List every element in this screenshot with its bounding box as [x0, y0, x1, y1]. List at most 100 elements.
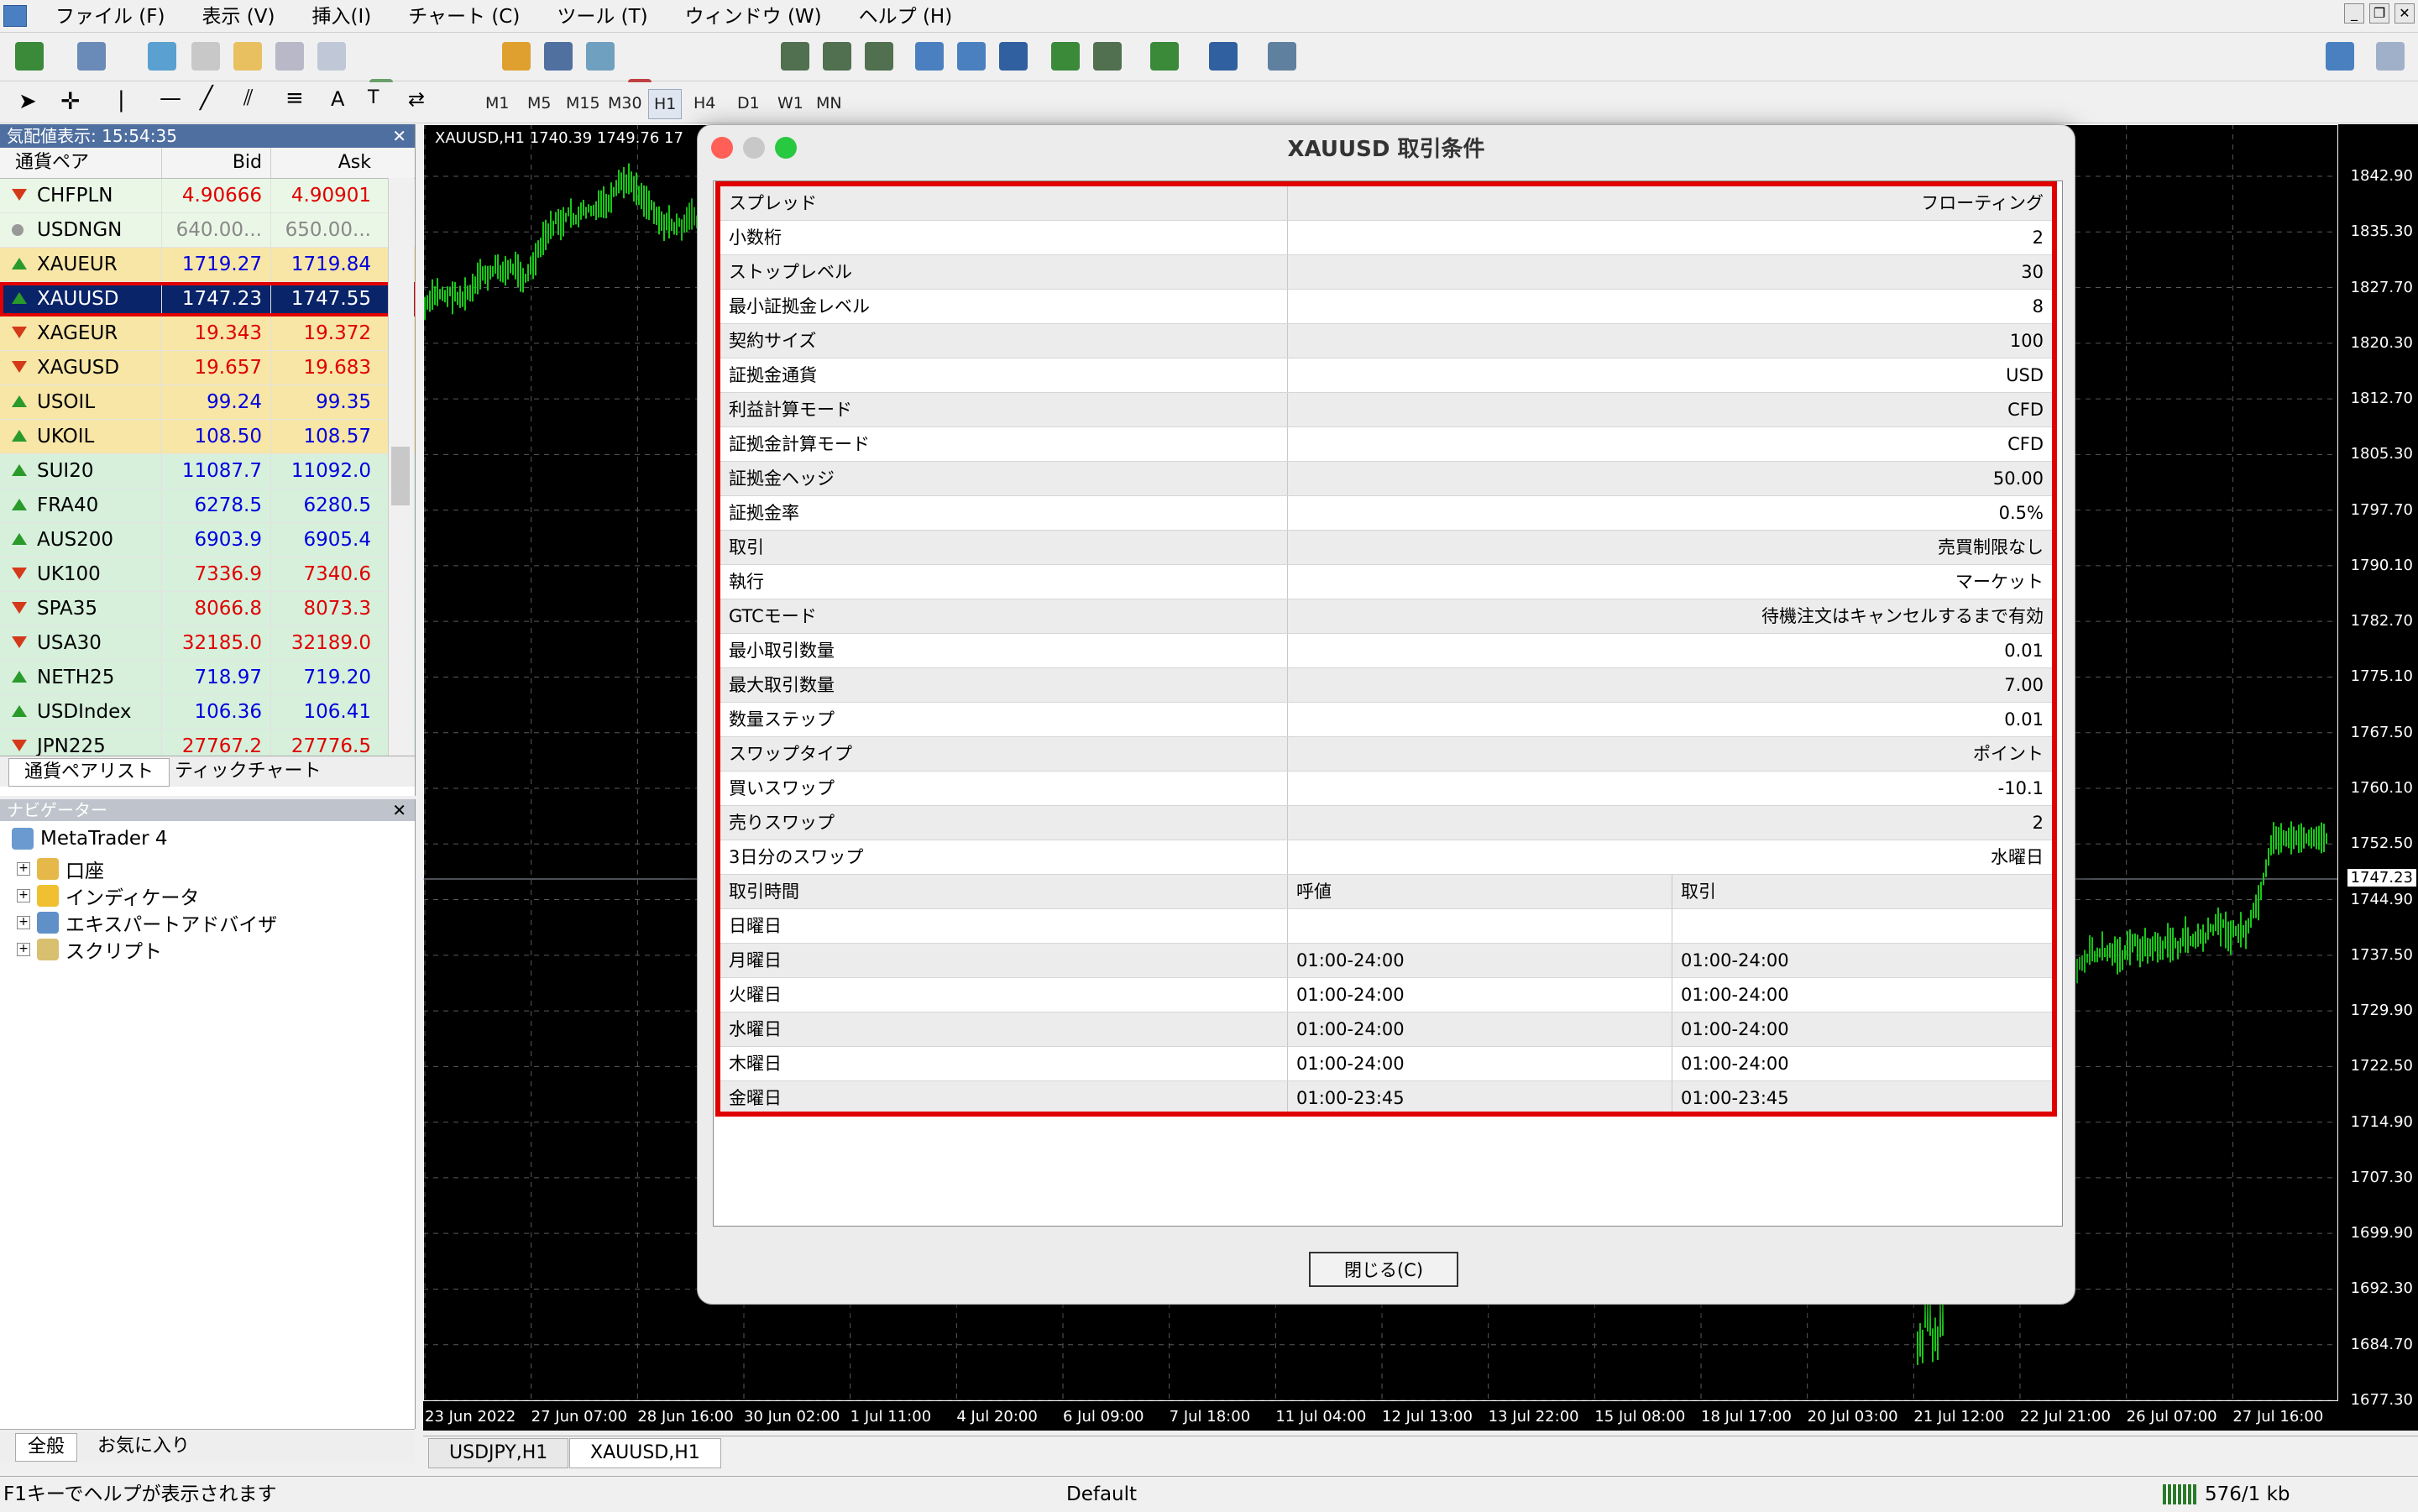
market-watch-scrollbar[interactable]: [388, 178, 414, 756]
market-watch-row[interactable]: FRA40 6278.5 6280.5: [0, 489, 415, 523]
tab-usdjpy-h1[interactable]: USDJPY,H1: [428, 1438, 569, 1468]
data-window-icon[interactable]: [191, 42, 220, 71]
equidistant-channel-icon[interactable]: ⫽: [243, 86, 254, 112]
cursor-icon[interactable]: ➤: [18, 89, 37, 114]
market-watch-row[interactable]: CHFPLN 4.90666 4.90901: [0, 179, 415, 213]
market-watch-icon[interactable]: [148, 42, 176, 71]
fibonacci-icon[interactable]: ≡: [285, 86, 304, 111]
market-icon[interactable]: [586, 42, 615, 71]
expand-icon[interactable]: +: [17, 943, 30, 956]
tf-m30[interactable]: M30: [603, 89, 647, 118]
nav-indicators[interactable]: + インディケータ: [17, 882, 199, 910]
periods-icon[interactable]: [1209, 42, 1238, 71]
market-watch-row[interactable]: USOIL 99.24 99.35: [0, 385, 415, 420]
spec-value: 0.01: [2004, 709, 2044, 730]
minimize-icon[interactable]: _: [2344, 3, 2364, 24]
profiles-icon[interactable]: [77, 42, 106, 71]
market-watch-row[interactable]: UK100 7336.9 7340.6: [0, 557, 415, 592]
expand-icon[interactable]: +: [17, 862, 30, 876]
close-button[interactable]: 閉じる(C): [1309, 1252, 1458, 1287]
col-symbol[interactable]: 通貨ペア: [0, 148, 161, 178]
tab-favorites[interactable]: お気に入り: [86, 1433, 202, 1460]
tf-h4[interactable]: H4: [688, 89, 720, 118]
tf-h1[interactable]: H1: [648, 89, 683, 119]
tester-icon[interactable]: [317, 42, 346, 71]
spec-key: 証拠金率: [720, 496, 1288, 530]
bar-chart-icon[interactable]: [781, 42, 809, 71]
market-watch-row[interactable]: XAGUSD 19.657 19.683: [0, 351, 415, 385]
close-icon[interactable]: ✕: [392, 799, 406, 821]
zoom-in-icon[interactable]: [915, 42, 944, 71]
session-row: 月曜日 01:00-24:00 01:00-24:00: [720, 944, 2052, 978]
tf-m1[interactable]: M1: [480, 89, 514, 118]
market-watch-row[interactable]: USA30 32185.0 32189.0: [0, 626, 415, 661]
search-icon[interactable]: [2326, 42, 2354, 71]
scrollbar-thumb[interactable]: [391, 447, 410, 505]
menu-view[interactable]: 表示 (V): [184, 3, 294, 30]
trendline-icon[interactable]: ╱: [200, 86, 213, 111]
templates-icon[interactable]: [1268, 42, 1296, 71]
market-watch-row[interactable]: USDNGN 640.00... 650.00...: [0, 213, 415, 248]
close-icon[interactable]: ✕: [392, 124, 406, 148]
tab-symbols[interactable]: 通貨ペアリスト: [8, 758, 170, 787]
arrows-icon[interactable]: ⇄: [408, 87, 425, 111]
crosshair-icon[interactable]: ✛: [60, 87, 80, 115]
down-arrow-icon: [12, 636, 27, 648]
col-ask[interactable]: Ask: [270, 148, 379, 178]
tf-w1[interactable]: W1: [772, 89, 809, 118]
connection-icon: [2163, 1484, 2196, 1504]
spec-key: スワップタイプ: [720, 737, 1288, 771]
tf-m15[interactable]: M15: [561, 89, 605, 118]
market-watch-row[interactable]: UKOIL 108.50 108.57: [0, 420, 415, 454]
menu-help[interactable]: ヘルプ (H): [840, 3, 971, 30]
market-watch-row[interactable]: XAGEUR 19.343 19.372: [0, 317, 415, 351]
session-row: 日曜日: [720, 909, 2052, 944]
market-watch-row[interactable]: USDIndex 106.36 106.41: [0, 695, 415, 730]
signals-icon[interactable]: [544, 42, 573, 71]
menu-file[interactable]: ファイル (F): [37, 3, 184, 30]
tf-mn[interactable]: MN: [811, 89, 847, 118]
metaeditor-icon[interactable]: [502, 42, 531, 71]
line-chart-icon[interactable]: [865, 42, 893, 71]
market-watch-row[interactable]: XAUEUR 1719.27 1719.84: [0, 248, 415, 282]
tab-tick-chart[interactable]: ティックチャート: [160, 758, 336, 785]
time-tick-label: 22 Jul 21:00: [2020, 1408, 2111, 1426]
tf-d1[interactable]: D1: [732, 89, 765, 118]
candlestick-icon[interactable]: [823, 42, 851, 71]
indicators-icon[interactable]: [1150, 42, 1179, 71]
nav-accounts[interactable]: + 口座: [17, 855, 104, 883]
nav-root[interactable]: MetaTrader 4: [12, 828, 167, 850]
autoscroll-icon[interactable]: [1051, 42, 1080, 71]
col-bid[interactable]: Bid: [161, 148, 270, 178]
close-icon[interactable]: ✕: [2394, 3, 2415, 24]
zoom-out-icon[interactable]: [957, 42, 986, 71]
navigator-icon[interactable]: [233, 42, 262, 71]
market-watch-row[interactable]: SUI20 11087.7 11092.0: [0, 454, 415, 489]
market-watch-row[interactable]: NETH25 718.97 719.20: [0, 661, 415, 695]
chat-icon[interactable]: [2376, 42, 2405, 71]
menu-tools[interactable]: ツール (T): [538, 3, 666, 30]
expand-icon[interactable]: +: [17, 916, 30, 929]
tab-xauusd-h1[interactable]: XAUUSD,H1: [569, 1438, 721, 1468]
expand-icon[interactable]: +: [17, 889, 30, 902]
new-chart-icon[interactable]: [15, 42, 44, 71]
menu-chart[interactable]: チャート (C): [390, 3, 538, 30]
restore-icon[interactable]: ❐: [2369, 3, 2389, 24]
vertical-line-icon[interactable]: |: [118, 87, 125, 112]
chart-shift-icon[interactable]: [1093, 42, 1122, 71]
tf-m5[interactable]: M5: [522, 89, 556, 118]
text-label-icon[interactable]: T: [368, 87, 379, 108]
nav-experts[interactable]: + エキスパートアドバイザ: [17, 908, 277, 937]
tab-common[interactable]: 全般: [15, 1433, 78, 1462]
market-watch-row[interactable]: XAUUSD 1747.23 1747.55: [0, 282, 415, 317]
tile-windows-icon[interactable]: [999, 42, 1028, 71]
price-tick-label: 1677.30: [2350, 1391, 2413, 1409]
nav-scripts[interactable]: + スクリプト: [17, 935, 162, 964]
menu-window[interactable]: ウィンドウ (W): [667, 3, 840, 30]
menu-insert[interactable]: 挿入(I): [294, 3, 390, 30]
horizontal-line-icon[interactable]: —: [160, 86, 181, 111]
market-watch-row[interactable]: SPA35 8066.8 8073.3: [0, 592, 415, 626]
text-icon[interactable]: A: [331, 87, 344, 111]
market-watch-row[interactable]: AUS200 6903.9 6905.4: [0, 523, 415, 557]
terminal-icon[interactable]: [275, 42, 304, 71]
